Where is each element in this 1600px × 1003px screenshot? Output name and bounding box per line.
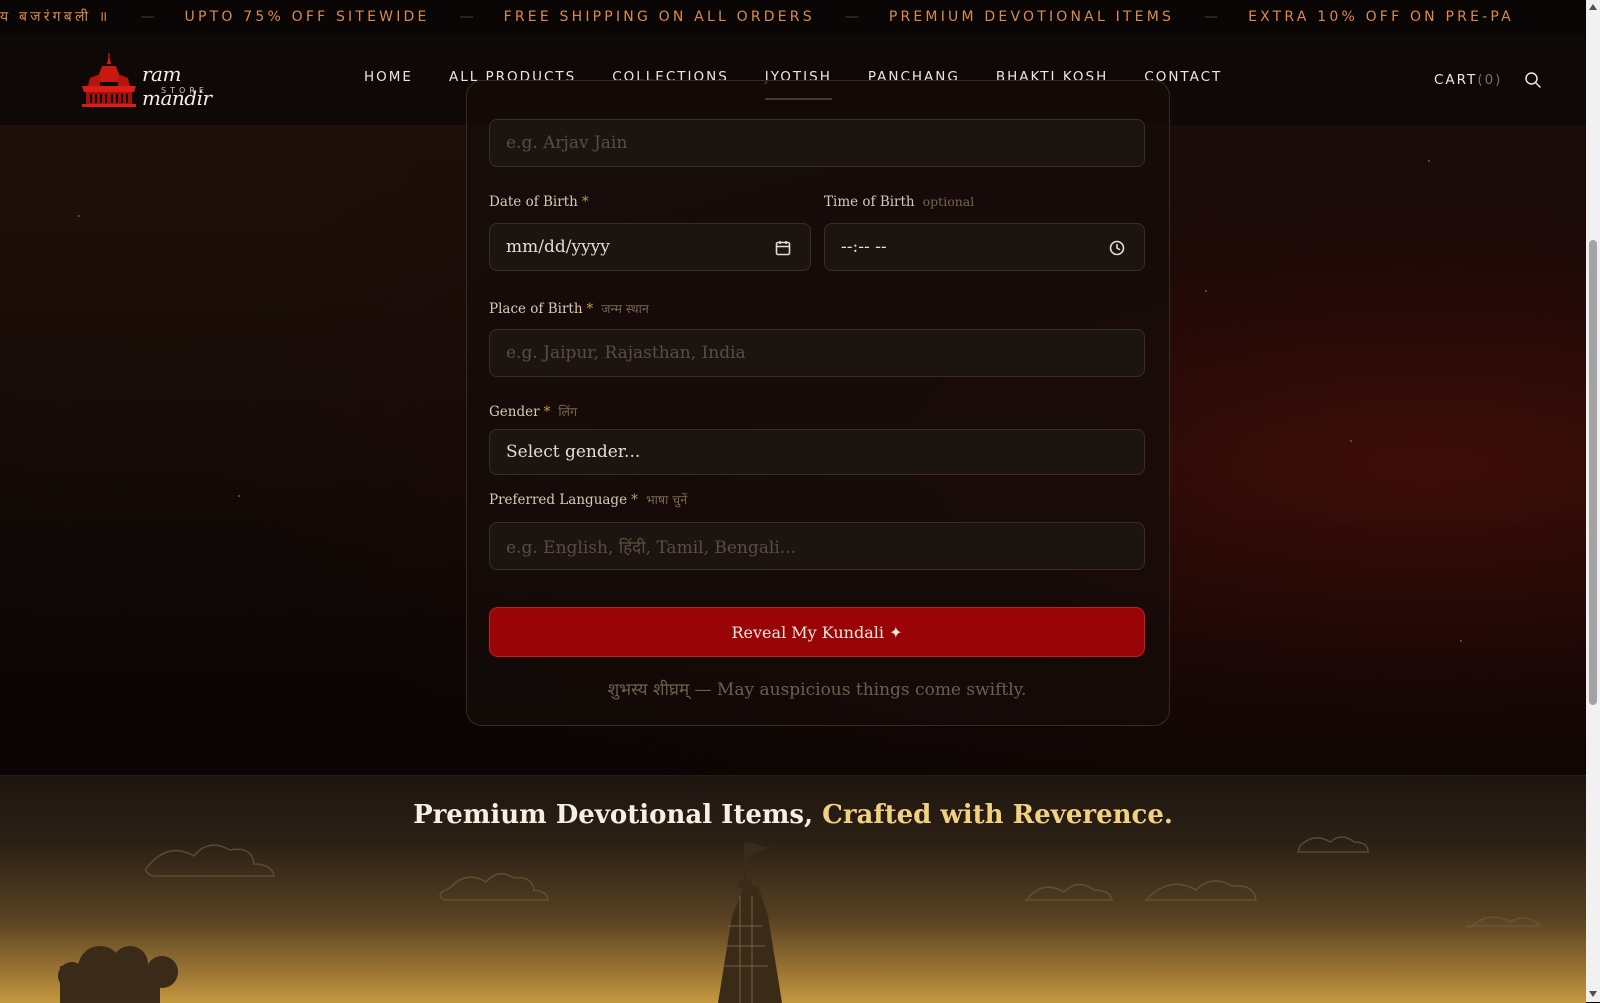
marquee-item: PREMIUM DEVOTIONAL ITEMS xyxy=(888,9,1175,25)
temple-logo-icon xyxy=(82,53,136,107)
preferred-language-input[interactable]: e.g. English, हिंदी, Tamil, Bengali... xyxy=(489,522,1145,570)
required-mark: * xyxy=(543,404,551,420)
star-dot xyxy=(78,215,80,217)
star-dot xyxy=(1350,440,1352,442)
pob-hint: जन्म स्थान xyxy=(601,301,649,316)
gender-label: Gender * लिंग xyxy=(489,403,577,420)
calendar-icon[interactable] xyxy=(774,239,792,257)
marquee-separator: — xyxy=(140,9,155,25)
marquee-separator: — xyxy=(459,9,474,25)
page-scrollbar[interactable] xyxy=(1586,0,1600,1002)
search-icon[interactable] xyxy=(1524,71,1542,89)
gender-hint: लिंग xyxy=(558,404,578,419)
dob-value: mm/dd/yyyy xyxy=(506,237,610,257)
marquee-item: EXTRA 10% OFF ON PRE-PA xyxy=(1248,9,1514,25)
language-hint: भाषा चुनें xyxy=(645,492,688,507)
cart-link[interactable]: CART(0) xyxy=(1434,72,1502,88)
pob-label-text: Place of Birth xyxy=(489,301,583,317)
required-mark: * xyxy=(581,194,589,210)
hero-banner: Premium Devotional Items, Crafted with R… xyxy=(0,775,1586,1003)
marquee-item: FREE SHIPPING ON ALL ORDERS xyxy=(503,9,815,25)
tob-label: Time of Birth optional xyxy=(824,194,974,210)
tob-value: --:-- -- xyxy=(841,237,887,257)
store-logo[interactable]: ram mandir STORE xyxy=(78,52,240,110)
marquee-separator: — xyxy=(1204,9,1219,25)
nav-home[interactable]: HOME xyxy=(364,69,413,85)
required-mark: * xyxy=(586,301,594,317)
logo-subtitle: STORE xyxy=(161,86,208,95)
scroll-up-icon[interactable] xyxy=(1589,4,1597,10)
full-name-input[interactable]: e.g. Arjav Jain xyxy=(489,119,1145,167)
place-of-birth-input[interactable]: e.g. Jaipur, Rajasthan, India xyxy=(489,329,1145,377)
pob-label: Place of Birth * जन्म स्थान xyxy=(489,300,649,317)
tob-hint: optional xyxy=(922,194,975,209)
temple-skyline-illustration xyxy=(58,836,1542,1003)
date-of-birth-input[interactable]: mm/dd/yyyy xyxy=(489,223,811,271)
marquee-item: UPTO 75% OFF SITEWIDE xyxy=(184,9,430,25)
star-dot xyxy=(1460,640,1462,642)
cart-label: CART xyxy=(1434,72,1478,88)
gender-label-text: Gender xyxy=(489,404,540,420)
star-dot xyxy=(1428,160,1430,162)
reveal-kundali-button[interactable]: Reveal My Kundali ✦ xyxy=(489,607,1145,657)
required-mark: * xyxy=(631,492,638,508)
tob-label-text: Time of Birth xyxy=(824,194,915,210)
dob-label-text: Date of Birth xyxy=(489,194,578,210)
language-label-text: Preferred Language xyxy=(489,492,628,508)
marquee-separator: — xyxy=(844,9,859,25)
scroll-down-icon[interactable] xyxy=(1589,991,1597,997)
star-dot xyxy=(238,495,240,497)
marquee-track: य बजरंगबली ॥ — UPTO 75% OFF SITEWIDE — FREE … xyxy=(0,0,1514,34)
time-of-birth-input[interactable]: --:-- -- xyxy=(824,223,1145,271)
announcement-marquee: य बजरंगबली ॥ — UPTO 75% OFF SITEWIDE — FREE … xyxy=(0,0,1586,34)
marquee-item: य बजरंगबली ॥ xyxy=(0,9,111,25)
blessing-text: शुभस्य शीघ्रम् — May auspicious things c… xyxy=(607,680,1027,700)
star-dot xyxy=(1205,290,1207,292)
gender-select[interactable]: Select gender... xyxy=(489,429,1145,475)
clock-icon[interactable] xyxy=(1108,239,1126,257)
scrollbar-thumb[interactable] xyxy=(1589,240,1597,705)
dob-label: Date of Birth * xyxy=(489,194,589,210)
cart-count: (0) xyxy=(1477,72,1503,88)
language-label: Preferred Language * भाषा चुनें xyxy=(489,491,687,508)
